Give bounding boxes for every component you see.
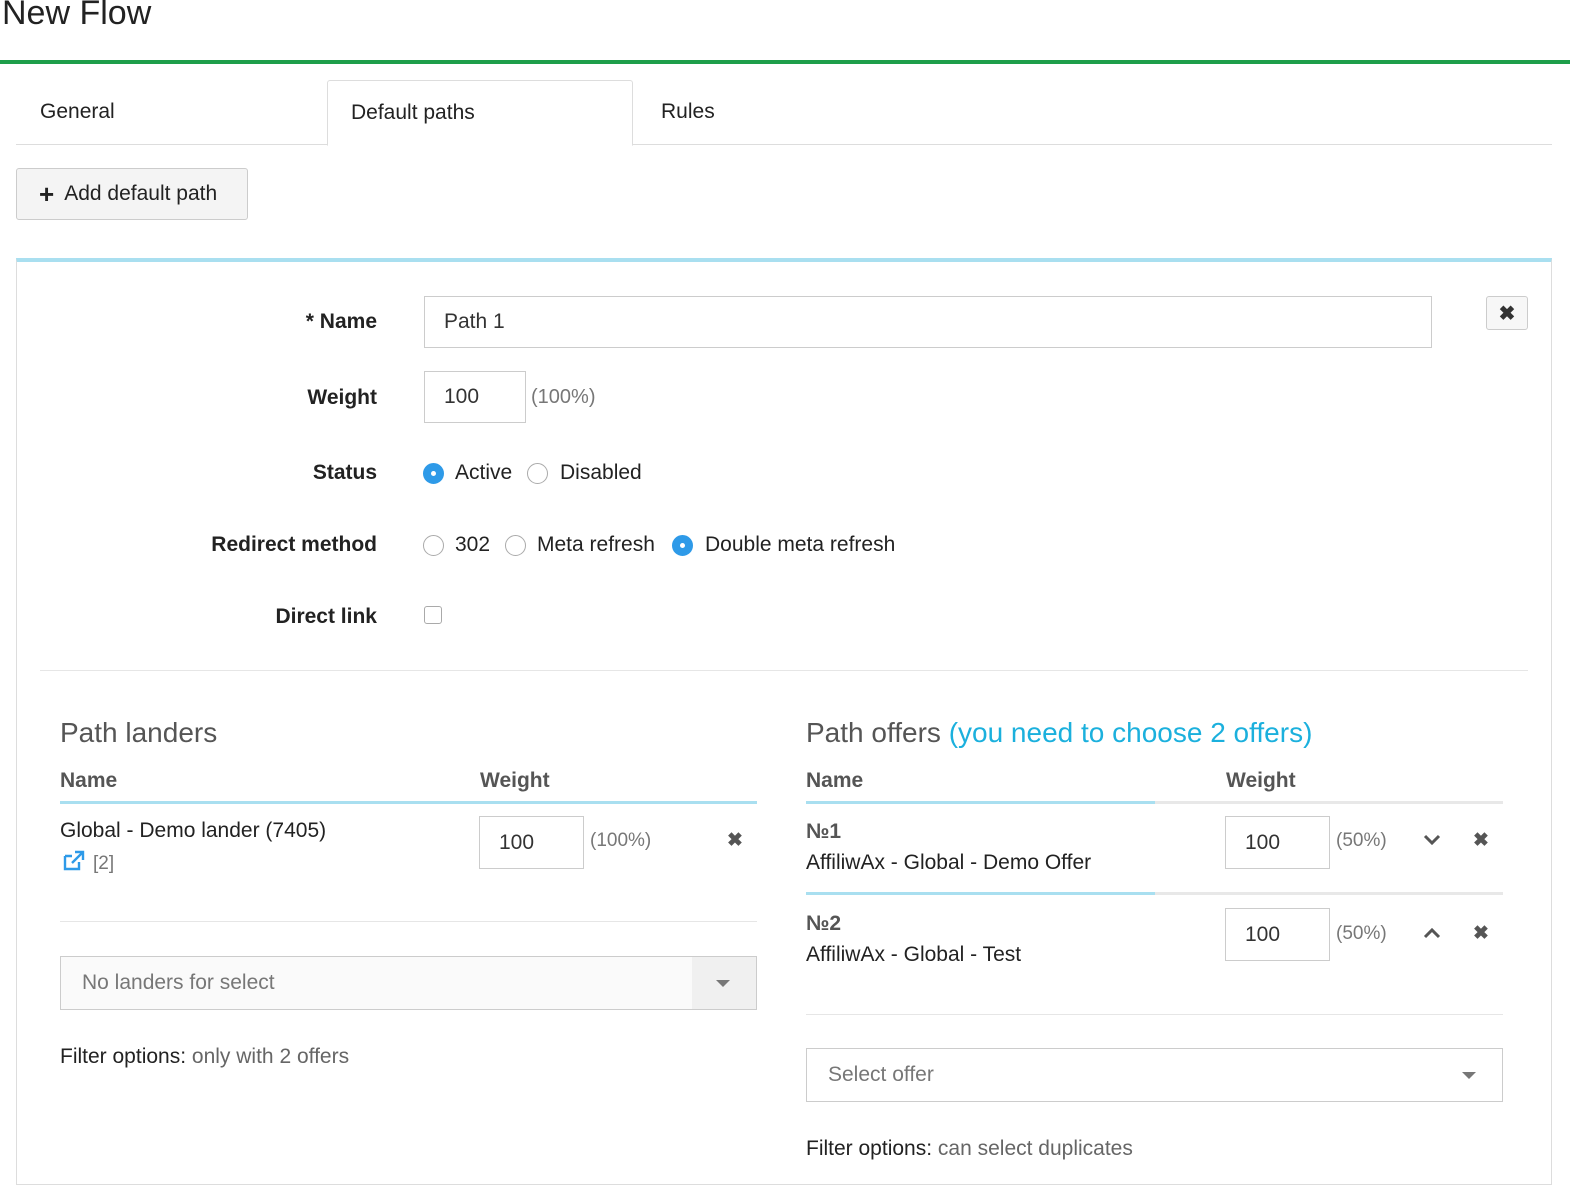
remove-offer-1-icon[interactable]: ✖ — [1473, 829, 1489, 852]
weight-label: Weight — [307, 386, 377, 409]
landers-col-weight: Weight — [480, 769, 550, 792]
name-label: * Name — [305, 310, 377, 333]
lander-weight-input[interactable]: 100 — [479, 816, 584, 869]
offers-divider — [806, 1014, 1503, 1015]
offers-filter: Filter options: can select duplicates — [806, 1137, 1133, 1161]
offer-row-separator-accent — [806, 892, 1155, 895]
offer-row-1-name: AffiliwAx - Global - Demo Offer — [806, 851, 1092, 874]
redirect-302-label: 302 — [455, 533, 491, 556]
section-divider — [40, 670, 1528, 671]
remove-lander-icon[interactable]: ✖ — [727, 829, 743, 852]
redirect-double-meta-refresh-label: Double meta refresh — [705, 533, 896, 556]
external-link-icon[interactable] — [62, 850, 86, 872]
title-rule — [0, 60, 1570, 64]
close-icon[interactable]: ✖ — [1486, 296, 1528, 330]
offers-title-text: Path offers — [806, 717, 941, 748]
lander-row-name: Global - Demo lander (7405) — [60, 819, 327, 842]
status-disabled-label: Disabled — [560, 461, 642, 484]
tab-general[interactable]: General — [40, 80, 115, 145]
offers-col-name: Name — [806, 769, 864, 792]
offers-filter-label: Filter options: — [806, 1137, 933, 1160]
lander-offer-count: [2] — [93, 853, 115, 874]
redirect-double-meta-refresh-radio[interactable] — [672, 535, 693, 556]
move-down-icon[interactable] — [1423, 834, 1441, 846]
landers-filter-label: Filter options: — [60, 1045, 187, 1068]
offer-select[interactable]: Select offer — [806, 1048, 1503, 1102]
status-active-radio[interactable] — [423, 463, 444, 484]
plus-icon: + — [39, 179, 55, 209]
offer-row-2-number: №2 — [806, 912, 842, 935]
direct-link-label: Direct link — [275, 605, 377, 628]
lander-select-placeholder: No landers for select — [82, 971, 275, 994]
offer-row-1-number: №1 — [806, 820, 842, 843]
offer-row-2-percent: (50%) — [1336, 923, 1387, 944]
landers-filter-value: only with 2 offers — [191, 1045, 350, 1068]
weight-input[interactable]: 100 — [424, 371, 526, 423]
offer-row-1-percent: (50%) — [1336, 830, 1387, 851]
lander-select[interactable]: No landers for select — [60, 956, 757, 1010]
redirect-method-label: Redirect method — [211, 533, 377, 556]
add-default-path-label: Add default path — [64, 182, 218, 205]
tab-default-paths[interactable]: Default paths — [327, 80, 633, 146]
tab-rules[interactable]: Rules — [661, 80, 715, 145]
status-label: Status — [312, 461, 377, 484]
status-active-label: Active — [455, 461, 513, 484]
lander-weight-percent: (100%) — [590, 830, 652, 851]
status-disabled-radio[interactable] — [527, 463, 548, 484]
offers-filter-value: can select duplicates — [937, 1137, 1133, 1160]
remove-offer-2-icon[interactable]: ✖ — [1473, 922, 1489, 945]
tab-bar: General Default paths Rules — [16, 80, 1552, 146]
landers-title: Path landers — [60, 717, 218, 748]
landers-col-name: Name — [60, 769, 118, 792]
chevron-down-icon — [716, 980, 730, 987]
offer-row-2-name: AffiliwAx - Global - Test — [806, 943, 1022, 966]
landers-header-rule — [60, 801, 757, 804]
offer-select-placeholder: Select offer — [828, 1063, 934, 1086]
redirect-meta-refresh-radio[interactable] — [505, 535, 526, 556]
offer-row-2-weight-input[interactable]: 100 — [1225, 908, 1330, 961]
offers-col-weight: Weight — [1226, 769, 1296, 792]
page-title: New Flow — [2, 0, 152, 32]
offers-hint: (you need to choose 2 offers) — [948, 717, 1313, 748]
offer-row-1-weight-input[interactable]: 100 — [1225, 816, 1330, 869]
landers-filter: Filter options: only with 2 offers — [60, 1045, 349, 1069]
offers-title: Path offers (you need to choose 2 offers… — [806, 717, 1312, 749]
direct-link-checkbox[interactable] — [424, 606, 442, 624]
redirect-meta-refresh-label: Meta refresh — [537, 533, 655, 556]
redirect-302-radio[interactable] — [423, 535, 444, 556]
chevron-down-icon — [1462, 1072, 1476, 1079]
move-up-icon[interactable] — [1423, 927, 1441, 939]
name-input[interactable]: Path 1 — [424, 296, 1432, 348]
weight-percent: (100%) — [531, 386, 596, 408]
offers-header-rule-accent — [806, 801, 1155, 804]
add-default-path-button[interactable]: + Add default path — [16, 168, 248, 220]
landers-divider — [60, 921, 757, 922]
